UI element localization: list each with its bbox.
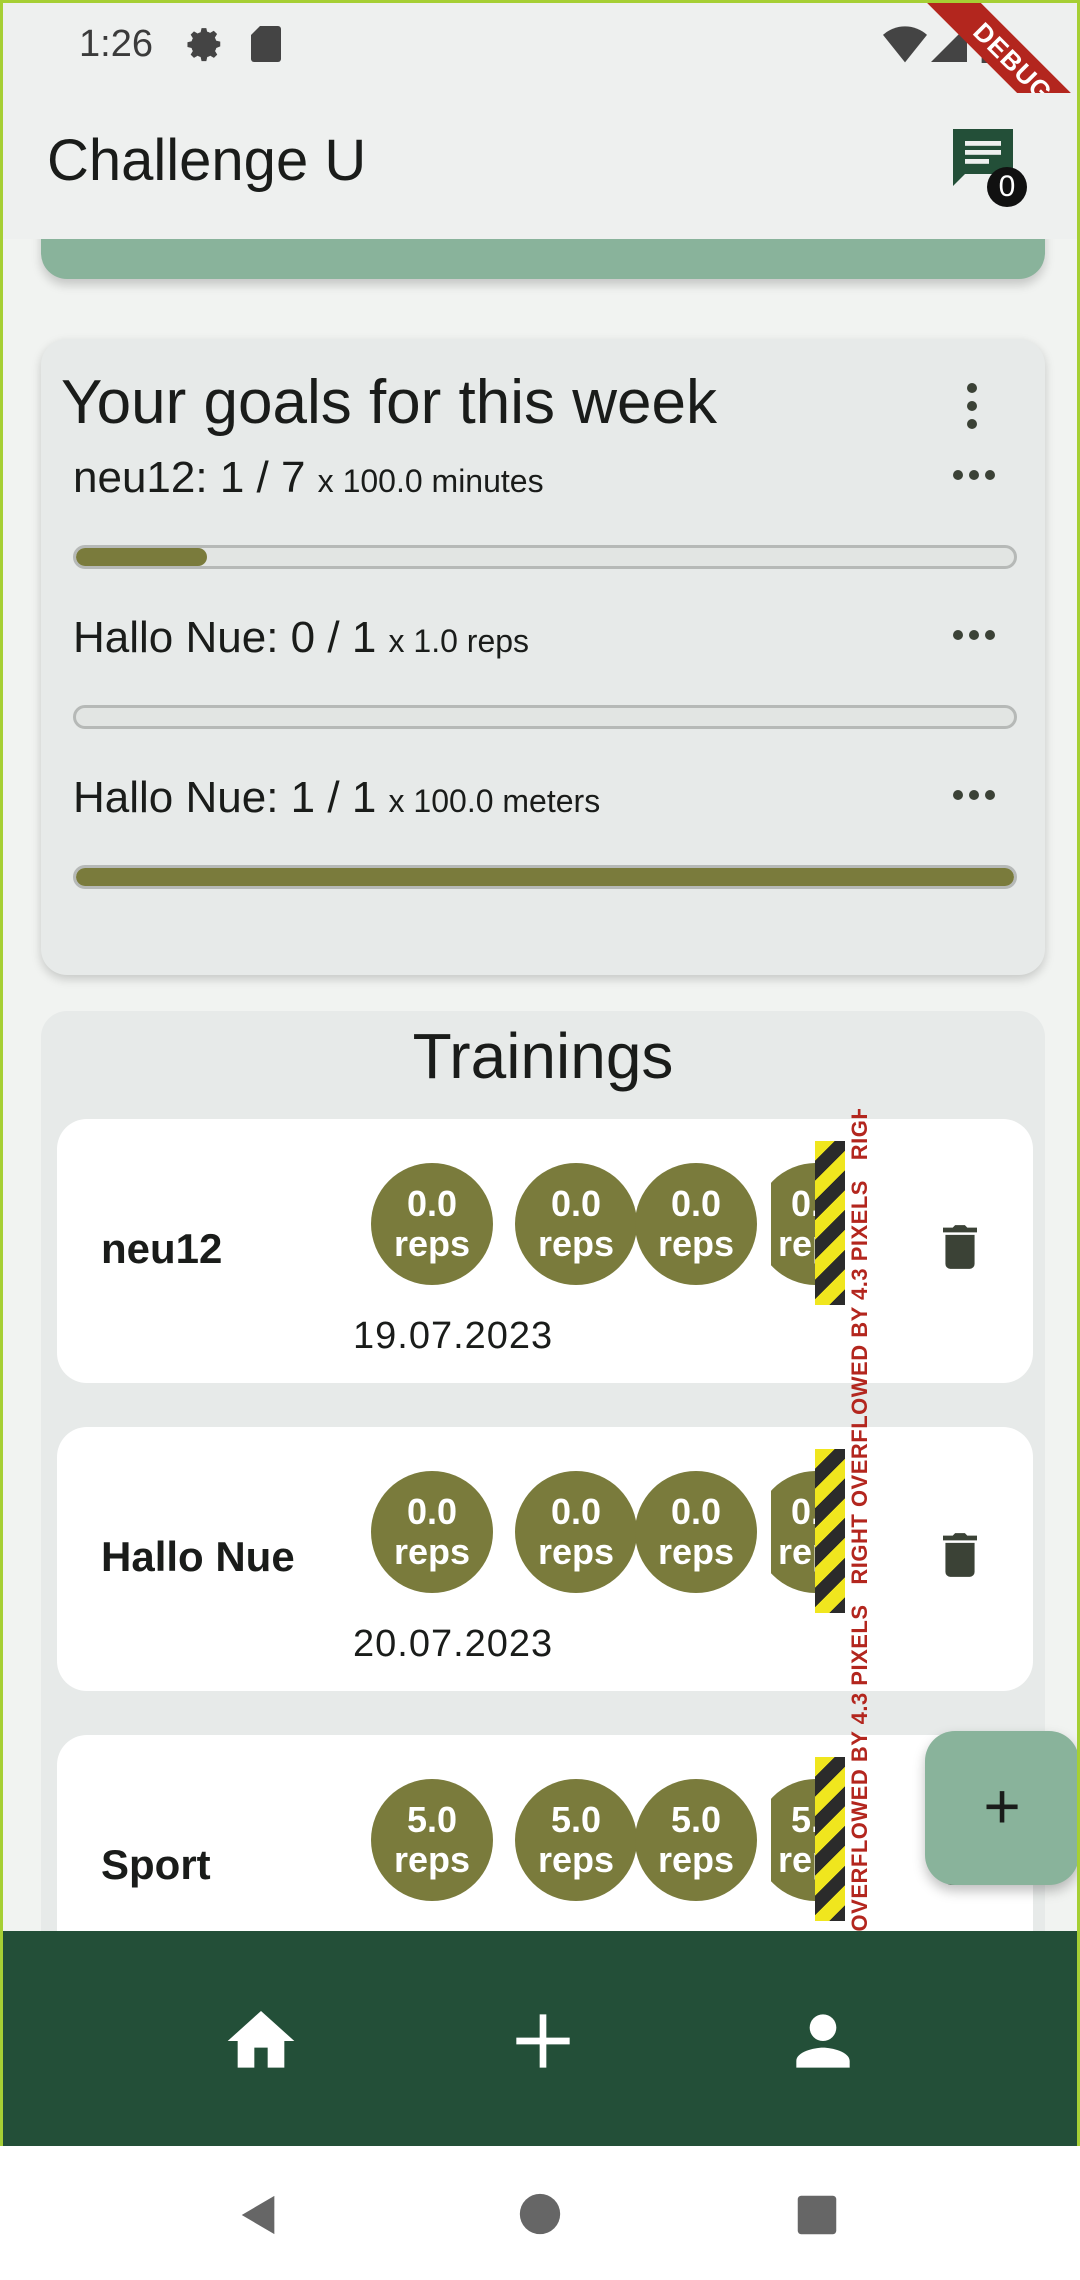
training-item[interactable]: Sport 5.0reps 5.0reps 5.0reps 5.0reps <box>57 1735 1033 1933</box>
sd-card-icon <box>251 26 281 62</box>
goal-progress-bar <box>73 545 1017 569</box>
goal-label: neu12: 1 / 7 x 100.0 minutes <box>73 453 544 502</box>
settings-icon <box>187 28 221 62</box>
goal-options-button[interactable] <box>953 787 1003 800</box>
reps-bubble: 0.0 reps <box>515 1163 637 1285</box>
add-training-fab[interactable]: + <box>925 1731 1077 1885</box>
training-item[interactable]: neu12 0.0reps 0.0reps 0.0reps 0.0reps 19… <box>57 1119 1033 1383</box>
reps-bubble: 0.0 reps <box>515 1471 637 1593</box>
reps-bubble: 5.0 reps <box>515 1779 637 1901</box>
bottom-navigation <box>3 1931 1077 2146</box>
home-nav-icon[interactable] <box>518 2192 562 2236</box>
chat-badge: 0 <box>987 167 1027 207</box>
reps-bubble: 0.0 reps <box>635 1471 757 1593</box>
goal-progress-bar <box>73 705 1017 729</box>
trash-icon[interactable] <box>943 1533 977 1577</box>
training-name: neu12 <box>101 1225 223 1272</box>
app-title: Challenge U <box>47 128 367 193</box>
trainings-card: Trainings neu12 0.0 reps 0.0 reps 0.0 reps … <box>41 1011 1045 1933</box>
reps-bubble: 0.0 reps <box>371 1471 493 1593</box>
wifi-icon <box>883 26 927 63</box>
training-name: Sport <box>101 1841 211 1888</box>
status-time: 1:26 <box>79 23 153 65</box>
overflow-warning-stripe <box>815 1449 845 1613</box>
add-icon[interactable] <box>503 2001 583 2081</box>
more-vert-icon <box>967 383 977 393</box>
trash-icon[interactable] <box>943 1225 977 1269</box>
goals-title: Your goals for this week <box>61 368 717 437</box>
home-icon[interactable] <box>221 2001 301 2081</box>
goal-progress-fill <box>76 868 1014 886</box>
overflow-warning-text: RIGHT OVERFLOWED BY 4.3 PIXELS RIGHT OVE… <box>847 1109 872 1933</box>
goal-options-button[interactable] <box>953 627 1003 640</box>
home-scroll-content[interactable]: Your goals for this week neu12: 1 / 7 x … <box>3 239 1077 1933</box>
trainings-title: Trainings <box>412 1020 674 1092</box>
goal-progress-bar <box>73 865 1017 889</box>
app-screen: 1:26 DEBUG Challenge U 0 Your goals for … <box>0 0 1080 2146</box>
training-date: 20.07.2023 <box>353 1623 554 1665</box>
overflow-warning-stripe <box>815 1141 845 1305</box>
clipped-bubble: 0.0reps <box>771 1447 815 1617</box>
training-date: 19.07.2023 <box>353 1315 554 1357</box>
goal-options-button[interactable] <box>953 467 1003 480</box>
reps-bubble: 5.0 reps <box>371 1779 493 1901</box>
goal-label: Hallo Nue: 0 / 1 x 1.0 reps <box>73 613 530 662</box>
chat-button[interactable]: 0 <box>947 123 1039 215</box>
recents-icon[interactable] <box>796 2194 838 2236</box>
reps-bubble: 5.0 reps <box>635 1779 757 1901</box>
reps-bubble: 0.0 reps <box>371 1163 493 1285</box>
add-icon: + <box>983 1770 1021 1842</box>
back-icon[interactable] <box>236 2192 282 2238</box>
weekly-goals-card: Your goals for this week neu12: 1 / 7 x … <box>41 339 1045 975</box>
profile-icon[interactable] <box>783 2001 863 2081</box>
app-bar: Challenge U 0 <box>3 93 1077 239</box>
system-navigation-bar <box>0 2146 1080 2280</box>
goal-progress-fill <box>76 548 208 566</box>
training-item[interactable]: Hallo Nue 0.0reps 0.0reps 0.0reps 0.0rep… <box>57 1427 1033 1691</box>
summary-card <box>41 239 1045 279</box>
clipped-bubble: 5.0reps <box>771 1755 815 1925</box>
status-bar: 1:26 DEBUG <box>3 3 1077 168</box>
goals-menu-button[interactable] <box>965 383 979 433</box>
training-name: Hallo Nue <box>101 1533 295 1580</box>
overflow-warning-stripe <box>815 1757 845 1921</box>
reps-bubble: 0.0 reps <box>635 1163 757 1285</box>
clipped-bubble: 0.0reps <box>771 1139 815 1309</box>
goal-label: Hallo Nue: 1 / 1 x 100.0 meters <box>73 773 601 822</box>
